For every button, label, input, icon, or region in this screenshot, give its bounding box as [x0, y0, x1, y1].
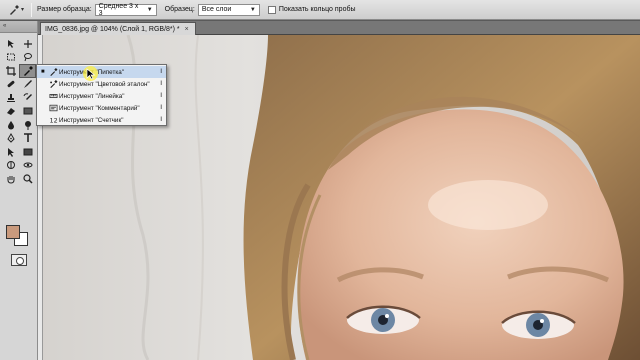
- document-tab[interactable]: IMG_0836.jpg @ 104% (Слой 1, RGB/8*) * ×: [40, 22, 196, 35]
- crop-tool[interactable]: [2, 64, 19, 78]
- path-selection-tool[interactable]: [2, 145, 19, 159]
- sample-size-label: Размер образца:: [37, 6, 92, 13]
- move-arrows-tool[interactable]: [19, 37, 36, 51]
- show-ring-label: Показать кольцо пробы: [278, 6, 356, 13]
- pen-tool[interactable]: [2, 132, 19, 146]
- chevron-down-icon: ▼: [146, 6, 153, 13]
- ruler-icon: [49, 94, 58, 98]
- mouse-cursor-highlight: [83, 66, 98, 81]
- orbit-icon: [23, 162, 32, 168]
- path-select-icon: [7, 147, 14, 157]
- history-brush-tool[interactable]: [19, 91, 36, 105]
- crop-icon: [5, 65, 16, 76]
- move-icon: [7, 39, 14, 48]
- tool-preset-picker[interactable]: ▾: [6, 2, 26, 18]
- flyout-item-label: Инструмент "Линейка": [59, 92, 125, 100]
- note-icon: [49, 104, 58, 112]
- shortcut-key: I: [160, 68, 162, 75]
- type-tool[interactable]: [19, 132, 36, 146]
- gradient-icon: [23, 107, 32, 115]
- selected-bullet-icon: ■: [41, 69, 45, 75]
- healing-brush-tool[interactable]: [2, 78, 19, 92]
- hand-icon: [7, 175, 14, 184]
- cursor-arrow-icon: [86, 68, 96, 80]
- options-bar: ▾ Размер образца: Среднее 3 х 3 ▼ Образе…: [0, 0, 640, 20]
- eraser-tool[interactable]: [2, 105, 19, 119]
- shortcut-key: I: [160, 92, 162, 99]
- 3d-orbit-tool[interactable]: [19, 159, 36, 173]
- marquee-tool[interactable]: [2, 51, 19, 65]
- eraser-icon: [6, 108, 15, 116]
- foreground-color-swatch[interactable]: [6, 225, 20, 239]
- quick-mask-button[interactable]: [11, 254, 27, 266]
- color-sampler-icon: [50, 80, 58, 88]
- shape-tool[interactable]: [19, 145, 36, 159]
- brush-icon: [23, 80, 32, 89]
- stamp-icon: [6, 93, 15, 102]
- brush-tool[interactable]: [19, 78, 36, 92]
- clone-stamp-tool[interactable]: [2, 91, 19, 105]
- rectangle-icon: [23, 148, 32, 156]
- document-tab-bar: IMG_0836.jpg @ 104% (Слой 1, RGB/8*) * ×: [38, 21, 640, 35]
- shortcut-key: I: [160, 80, 162, 87]
- flyout-item-eyedropper[interactable]: ■ Инструмент "Пипетка" I: [37, 66, 166, 78]
- magnifier-icon: [22, 174, 33, 184]
- flyout-item-note[interactable]: Инструмент "Комментарий" I: [37, 102, 166, 114]
- type-icon: [23, 133, 32, 143]
- hand-tool[interactable]: [2, 172, 19, 186]
- flyout-item-color-sampler[interactable]: Инструмент "Цветовой эталон" I: [37, 78, 166, 90]
- eyedropper-icon: [50, 68, 58, 76]
- divider: [31, 2, 32, 17]
- drop-icon: [7, 120, 14, 130]
- dodge-tool[interactable]: [19, 118, 36, 132]
- chevron-down-icon: ▾: [20, 7, 24, 13]
- color-swatches: [4, 223, 34, 247]
- flyout-item-label: Инструмент "Цветовой эталон": [59, 80, 150, 88]
- blur-tool[interactable]: [2, 118, 19, 132]
- flyout-item-label: Инструмент "Счетчик": [59, 116, 124, 124]
- sample-value: Все слои: [201, 6, 232, 13]
- sample-label: Образец:: [164, 6, 195, 13]
- lasso-tool[interactable]: [19, 51, 36, 65]
- svg-text:12: 12: [50, 116, 58, 124]
- move-arrows-icon: [23, 39, 32, 48]
- 3d-rotate-tool[interactable]: [2, 159, 19, 173]
- shortcut-key: I: [160, 116, 162, 123]
- flyout-item-ruler[interactable]: Инструмент "Линейка" I: [37, 90, 166, 102]
- show-ring-checkbox[interactable]: [267, 5, 276, 14]
- tools-panel-header[interactable]: «: [0, 21, 37, 33]
- chevron-down-icon: ▼: [249, 6, 256, 13]
- bandage-icon: [7, 81, 14, 88]
- eyedropper-tool[interactable]: [19, 64, 36, 78]
- move-tool[interactable]: [2, 37, 19, 51]
- tools-panel: «: [0, 21, 38, 360]
- eyedropper-icon: [23, 65, 33, 76]
- count-icon: 12: [50, 116, 58, 124]
- eyedropper-icon: [9, 4, 19, 15]
- sample-size-value: Среднее 3 х 3: [98, 2, 139, 17]
- rotate-3d-icon: [6, 161, 15, 170]
- history-brush-icon: [23, 93, 32, 100]
- sample-size-select[interactable]: Среднее 3 х 3 ▼: [94, 2, 157, 17]
- dodge-icon: [24, 120, 31, 130]
- pen-icon: [6, 133, 15, 143]
- shortcut-key: I: [160, 104, 162, 111]
- sample-select[interactable]: Все слои ▼: [197, 3, 260, 16]
- gradient-tool[interactable]: [19, 105, 36, 119]
- document-title: IMG_0836.jpg @ 104% (Слой 1, RGB/8*) *: [45, 25, 180, 33]
- lasso-icon: [23, 53, 32, 62]
- flyout-item-label: Инструмент "Комментарий": [59, 104, 140, 112]
- marquee-icon: [6, 53, 15, 61]
- eyedropper-tool-flyout: ■ Инструмент "Пипетка" I Инструмент "Цве…: [36, 64, 167, 126]
- zoom-tool[interactable]: [19, 172, 36, 186]
- close-icon[interactable]: ×: [185, 26, 189, 33]
- flyout-item-count[interactable]: 12 Инструмент "Счетчик" I: [37, 114, 166, 126]
